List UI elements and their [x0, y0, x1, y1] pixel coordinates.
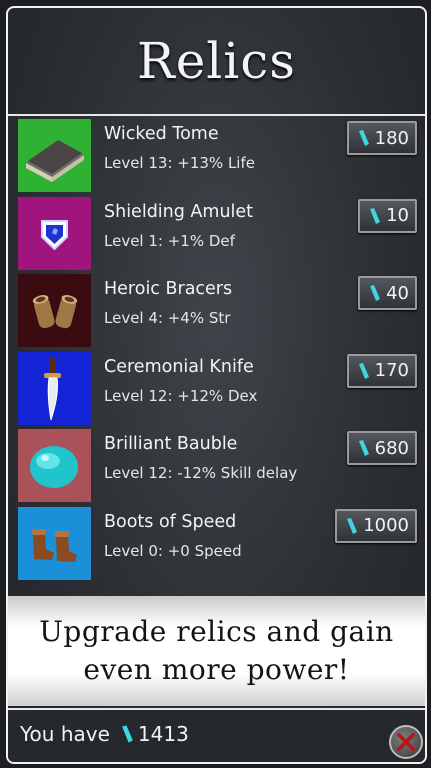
relic-desc: Level 0: +0 Speed	[104, 541, 242, 560]
relic-desc: Level 12: +12% Dex	[104, 386, 258, 405]
relic-desc: Level 13: +13% Life	[104, 154, 255, 172]
relic-name: Ceremonial Knife	[104, 356, 254, 377]
buy-button[interactable]: 10	[358, 198, 417, 233]
buy-button[interactable]: 680	[346, 431, 417, 465]
relic-name: Boots of Speed	[104, 511, 237, 532]
promo-banner: Upgrade relics and gain even more power!	[8, 596, 425, 706]
relic-desc: Level 1: +1% Def	[104, 231, 235, 250]
relic-list[interactable]: Wicked Tome Level 13: +13% Life 180 Shie…	[8, 116, 425, 581]
page-title: Relics	[137, 32, 296, 90]
gem-icon	[122, 725, 133, 743]
relic-row-shielding-amulet[interactable]: Shielding Amulet Level 1: +1% Def 10	[8, 194, 425, 272]
relic-name: Wicked Tome	[104, 124, 219, 144]
banner-text: Upgrade relics and gain even more power!	[39, 613, 393, 689]
footer-bar: You have 1413	[8, 708, 425, 762]
gem-icon	[370, 285, 381, 301]
book-icon	[18, 119, 91, 192]
gem-icon	[347, 517, 358, 534]
relic-row-wicked-tome[interactable]: Wicked Tome Level 13: +13% Life 180	[8, 116, 425, 194]
close-icon	[397, 733, 415, 751]
balance-label: You have	[20, 722, 110, 746]
bauble-icon	[18, 429, 91, 502]
relic-desc: Level 4: +4% Str	[104, 309, 231, 327]
price-value: 180	[374, 127, 409, 149]
balance-amount: 1413	[137, 722, 189, 746]
buy-button[interactable]: 180	[346, 121, 417, 155]
amulet-icon	[18, 196, 91, 270]
close-button[interactable]	[389, 725, 423, 759]
banner-line-2: even more power!	[83, 653, 350, 686]
price-value: 1000	[363, 515, 409, 536]
relics-panel: Relics Wicked Tome Level 13: +13% Life 1…	[6, 6, 427, 764]
gem-icon	[358, 440, 369, 456]
knife-icon	[18, 351, 91, 425]
relic-row-heroic-bracers[interactable]: Heroic Bracers Level 4: +4% Str 40	[8, 271, 425, 349]
gem-icon	[358, 130, 369, 146]
relic-name: Brilliant Bauble	[104, 434, 238, 454]
relic-desc: Level 12: -12% Skill delay	[104, 464, 298, 482]
currency-balance: You have 1413	[20, 722, 189, 746]
banner-line-1: Upgrade relics and gain	[39, 615, 394, 648]
relic-row-ceremonial-knife[interactable]: Ceremonial Knife Level 12: +12% Dex 170	[8, 349, 425, 427]
price-value: 40	[386, 282, 409, 304]
buy-button[interactable]: 170	[346, 353, 417, 388]
buy-button[interactable]: 1000	[335, 508, 417, 543]
price-value: 10	[386, 205, 409, 226]
relic-row-boots-of-speed[interactable]: Boots of Speed Level 0: +0 Speed 1000	[8, 504, 425, 582]
buy-button[interactable]: 40	[358, 276, 417, 310]
title-bar: Relics	[8, 8, 425, 116]
bracers-icon	[18, 274, 91, 347]
gem-icon	[358, 362, 369, 379]
price-value: 680	[374, 437, 409, 459]
boots-icon	[18, 506, 91, 580]
gem-icon	[370, 207, 381, 224]
relic-row-brilliant-bauble[interactable]: Brilliant Bauble Level 12: -12% Skill de…	[8, 426, 425, 504]
relic-name: Shielding Amulet	[104, 201, 254, 222]
price-value: 170	[374, 360, 409, 381]
relic-name: Heroic Bracers	[104, 279, 233, 299]
